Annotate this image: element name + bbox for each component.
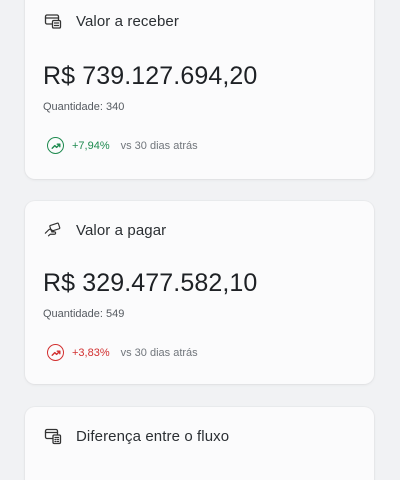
card-title: Valor a pagar <box>76 221 167 239</box>
trend-up-icon <box>47 344 64 361</box>
card-header: Valor a receber <box>44 12 179 30</box>
hand-payment-icon <box>44 221 62 239</box>
trend-up-icon <box>47 137 64 154</box>
card-header: Diferença entre o fluxo <box>44 427 229 445</box>
money-receive-icon <box>44 12 62 30</box>
trend-indicator: +7,94% vs 30 dias atrás <box>47 137 198 154</box>
card-title: Valor a receber <box>76 12 179 30</box>
comparison-period: vs 30 dias atrás <box>120 346 198 359</box>
amount-value: R$ 329.477.582,10 <box>43 269 258 297</box>
cash-flow-icon <box>44 427 62 445</box>
quantity-label: Quantidade: 549 <box>43 308 125 320</box>
dashboard-summary: Valor a receber R$ 739.127.694,20 Quanti… <box>0 0 400 480</box>
trend-indicator: +3,83% vs 30 dias atrás <box>47 344 198 361</box>
card-title: Diferença entre o fluxo <box>76 427 230 445</box>
change-percent: +3,83% <box>72 346 110 359</box>
payable-card[interactable]: Valor a pagar R$ 329.477.582,10 Quantida… <box>25 201 374 384</box>
card-header: Valor a pagar <box>44 221 166 239</box>
cash-flow-difference-card[interactable]: Diferença entre o fluxo <box>25 407 374 480</box>
change-percent: +7,94% <box>72 139 110 152</box>
amount-value: R$ 739.127.694,20 <box>43 62 258 90</box>
quantity-label: Quantidade: 340 <box>43 101 125 113</box>
receivable-card[interactable]: Valor a receber R$ 739.127.694,20 Quanti… <box>25 0 374 179</box>
comparison-period: vs 30 dias atrás <box>120 139 198 152</box>
